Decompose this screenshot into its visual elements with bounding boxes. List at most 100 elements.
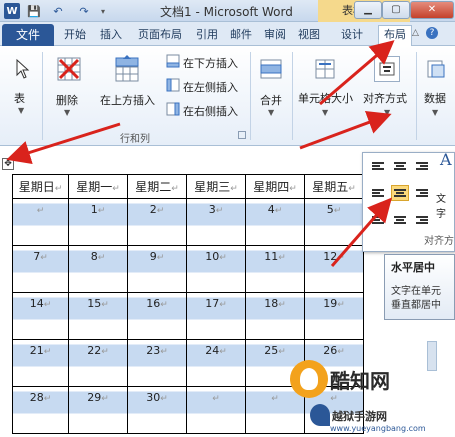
table-header-cell[interactable]: 星期三↵ [186, 174, 246, 199]
table-cell[interactable]: 19↵ [304, 292, 364, 340]
tab-view[interactable]: 视图 [294, 26, 324, 44]
delete-table-icon[interactable] [54, 54, 84, 84]
tab-review[interactable]: 审阅 [260, 26, 290, 44]
table-cell[interactable]: 12↵ [304, 245, 364, 293]
alignment-label[interactable]: 对齐方式 [363, 90, 407, 106]
cell-size-label[interactable]: 单元格大小 [298, 90, 353, 106]
insert-right-label[interactable]: 在右侧插入 [183, 103, 238, 119]
table-cell[interactable]: 5↵ [304, 198, 364, 246]
table-cell[interactable]: 7↵ [12, 245, 69, 293]
text-direction-label[interactable]: 文字 [436, 190, 455, 220]
tab-home[interactable]: 开始 [60, 26, 90, 44]
tab-references[interactable]: 引用 [192, 26, 222, 44]
table-cell[interactable]: 30↵ [127, 386, 187, 434]
table-header-cell[interactable]: 星期四↵ [245, 174, 305, 199]
undo-icon[interactable]: ↶ [50, 3, 66, 19]
cell-size-icon[interactable] [312, 56, 338, 82]
align-bottom-left-button[interactable] [369, 211, 387, 227]
header-text: 星期四 [253, 180, 290, 194]
insert-left-label[interactable]: 在左侧插入 [183, 79, 238, 95]
align-top-center-button[interactable] [391, 159, 409, 175]
data-label[interactable]: 数据 [424, 90, 446, 106]
merge-label[interactable]: 合并 [260, 92, 282, 108]
table-cell[interactable]: ↵ [245, 386, 305, 434]
table-cell[interactable]: 21↵ [12, 339, 69, 387]
table-cell[interactable]: 14↵ [12, 292, 69, 340]
word-app-icon[interactable]: W [4, 3, 20, 19]
save-icon[interactable]: 💾 [26, 3, 42, 19]
insert-below-icon[interactable] [166, 54, 180, 68]
table-cell[interactable]: ↵ [12, 198, 69, 246]
chevron-down-icon[interactable]: ▼ [268, 108, 274, 117]
tab-design[interactable]: 设计 [336, 26, 368, 44]
tab-layout[interactable]: 布局 [378, 25, 412, 47]
cell-end-mark: ↵ [219, 347, 227, 357]
table-cell[interactable]: 16↵ [127, 292, 187, 340]
table-cell[interactable]: 10↵ [186, 245, 246, 293]
delete-label[interactable]: 删除 [56, 92, 78, 108]
table-move-handle-icon[interactable]: ✥ [2, 158, 14, 170]
merge-cells-icon[interactable] [258, 56, 284, 82]
insert-above-label[interactable]: 在上方插入 [100, 92, 155, 108]
close-button[interactable]: ✕ [410, 1, 454, 19]
chevron-down-icon[interactable]: ▼ [64, 108, 70, 117]
table-cell[interactable]: 3↵ [186, 198, 246, 246]
scrollbar[interactable] [427, 341, 437, 371]
table-cell[interactable]: 8↵ [68, 245, 128, 293]
align-bottom-center-button[interactable] [391, 211, 409, 227]
table-row: ↵ 1↵ 2↵ 3↵ 4↵ 5↵ [12, 198, 364, 246]
align-middle-center-button[interactable] [391, 185, 409, 201]
table-select-label[interactable]: 表 [14, 90, 25, 106]
chevron-down-icon[interactable]: ▼ [432, 108, 438, 117]
cell-text: 29 [87, 391, 102, 404]
help-icon[interactable]: ? [426, 27, 438, 39]
maximize-button[interactable]: ▢ [382, 1, 410, 19]
table-cell[interactable]: 11↵ [245, 245, 305, 293]
tab-file[interactable]: 文件 [2, 24, 54, 46]
align-middle-left-button[interactable] [369, 185, 387, 201]
text-direction-icon[interactable]: A [440, 150, 452, 169]
table-cell[interactable]: 2↵ [127, 198, 187, 246]
align-top-right-button[interactable] [413, 159, 431, 175]
table-cell[interactable]: 22↵ [68, 339, 128, 387]
table-cell[interactable]: 23↵ [127, 339, 187, 387]
select-cursor-icon[interactable] [12, 56, 32, 82]
table-header-cell[interactable]: 星期五↵ [304, 174, 364, 199]
dialog-launcher-icon[interactable] [238, 131, 246, 139]
insert-below-label[interactable]: 在下方插入 [183, 55, 238, 71]
table-cell[interactable]: 1↵ [68, 198, 128, 246]
table-header-cell[interactable]: 星期二↵ [127, 174, 187, 199]
table-cell[interactable]: 15↵ [68, 292, 128, 340]
ribbon-collapse-icon[interactable]: △ [412, 28, 419, 38]
watermark-logo-mark [300, 368, 318, 390]
redo-icon[interactable]: ↷ [76, 3, 92, 19]
insert-right-icon[interactable] [166, 102, 180, 116]
tab-mailings[interactable]: 邮件 [226, 26, 256, 44]
align-middle-right-button[interactable] [413, 185, 431, 201]
table-cell[interactable]: 4↵ [245, 198, 305, 246]
table-cell[interactable]: 9↵ [127, 245, 187, 293]
table-cell[interactable]: 28↵ [12, 386, 69, 434]
table-cell[interactable]: 17↵ [186, 292, 246, 340]
tab-page-layout[interactable]: 页面布局 [132, 26, 188, 44]
align-top-left-button[interactable] [369, 159, 387, 175]
cell-end-mark: ↵ [101, 394, 109, 404]
quick-access-more-icon[interactable]: ▾ [98, 3, 108, 19]
chevron-down-icon[interactable]: ▼ [384, 108, 390, 117]
table-cell[interactable]: ↵ [186, 386, 246, 434]
tab-insert[interactable]: 插入 [96, 26, 126, 44]
table-header-cell[interactable]: 星期日↵ [12, 174, 69, 199]
data-icon[interactable] [424, 56, 448, 82]
insert-left-icon[interactable] [166, 78, 180, 92]
chevron-down-icon[interactable]: ▼ [18, 106, 24, 115]
watermark-site: 越狱手游网 [332, 410, 387, 423]
chevron-down-icon[interactable]: ▼ [322, 108, 328, 117]
table-header-cell[interactable]: 星期一↵ [68, 174, 128, 199]
insert-above-icon[interactable] [112, 54, 142, 84]
alignment-icon[interactable] [374, 56, 400, 82]
minimize-button[interactable]: ▁ [354, 1, 382, 19]
table-cell[interactable]: 29↵ [68, 386, 128, 434]
table-cell[interactable]: 18↵ [245, 292, 305, 340]
table-cell[interactable]: 24↵ [186, 339, 246, 387]
align-bottom-right-button[interactable] [413, 211, 431, 227]
